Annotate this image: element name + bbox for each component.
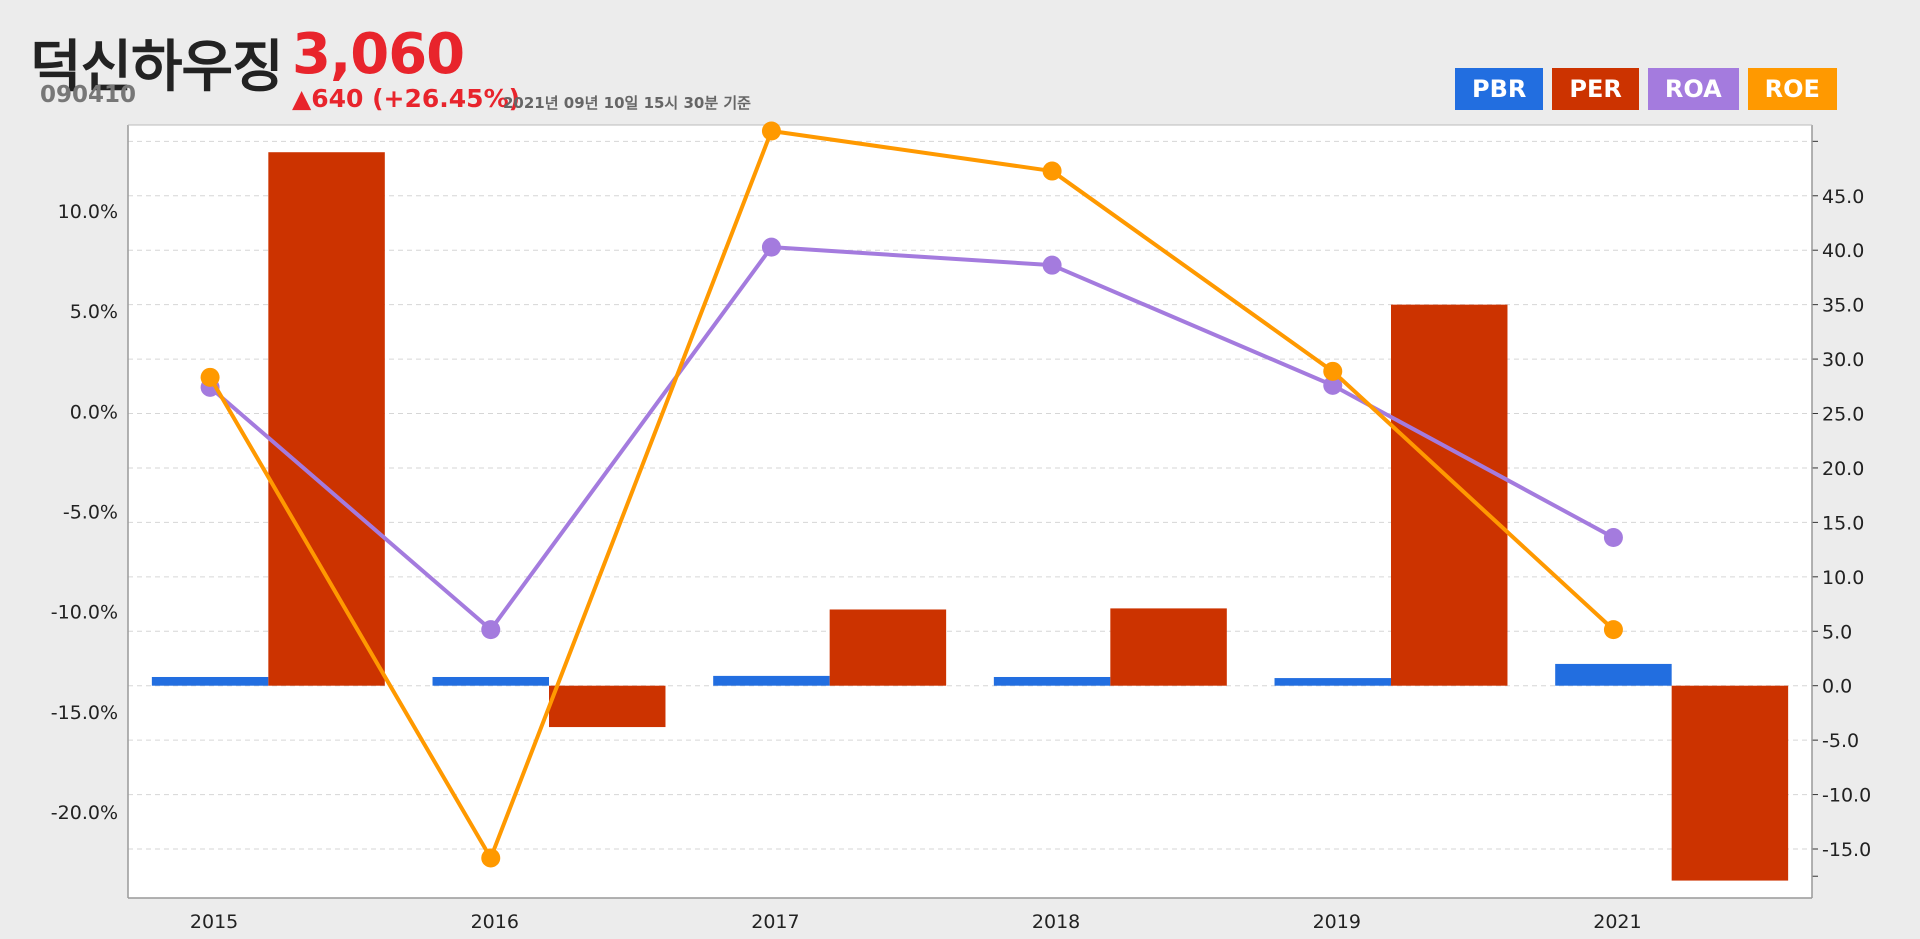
left-axis-tick-label: -15.0% xyxy=(51,702,118,724)
right-axis-tick-label: 15.0 xyxy=(1822,512,1864,534)
left-axis-tick-label: -10.0% xyxy=(51,602,118,624)
per-bar xyxy=(268,152,385,686)
right-axis-tick-label: 0.0 xyxy=(1822,676,1852,698)
right-axis-tick-label: 25.0 xyxy=(1822,404,1864,426)
right-axis-tick-label: 20.0 xyxy=(1822,458,1864,480)
right-axis-tick-label: -15.0 xyxy=(1822,839,1871,861)
roa-point xyxy=(1603,528,1623,548)
per-bar xyxy=(1391,304,1508,686)
pbr-bar xyxy=(1274,678,1391,686)
x-axis-tick-label: 2017 xyxy=(751,911,799,933)
x-axis-tick-label: 2016 xyxy=(471,911,519,933)
right-axis-tick-label: 45.0 xyxy=(1822,186,1864,208)
pbr-bar xyxy=(151,676,269,686)
right-axis-tick-label: -5.0 xyxy=(1822,730,1859,752)
right-axis-tick-label: 5.0 xyxy=(1822,621,1852,643)
per-bar xyxy=(829,609,947,686)
roe-point xyxy=(481,848,501,868)
pbr-bar xyxy=(1555,663,1672,686)
left-axis-tick-label: 10.0% xyxy=(58,201,118,223)
left-axis-tick-label: 0.0% xyxy=(70,401,118,423)
roe-point xyxy=(1042,161,1062,181)
roa-point xyxy=(761,237,781,257)
x-axis-tick-label: 2018 xyxy=(1032,911,1080,933)
pbr-bar xyxy=(713,675,830,686)
per-bar xyxy=(1671,685,1789,881)
roe-point xyxy=(200,367,220,387)
pbr-bar xyxy=(993,676,1111,686)
left-axis-tick-label: -20.0% xyxy=(51,802,118,824)
roe-point xyxy=(1323,361,1343,381)
roa-point xyxy=(1042,255,1062,275)
left-axis-tick-label: -5.0% xyxy=(63,502,118,524)
right-axis-tick-label: 10.0 xyxy=(1822,567,1864,589)
left-axis-tick-label: 5.0% xyxy=(70,301,118,323)
right-axis-tick-label: 40.0 xyxy=(1822,240,1864,262)
right-axis-tick-label: -10.0 xyxy=(1822,785,1871,807)
roe-point xyxy=(761,121,781,141)
right-axis-tick-label: 30.0 xyxy=(1822,349,1864,371)
pbr-bar xyxy=(432,676,549,686)
x-axis-tick-label: 2019 xyxy=(1313,911,1361,933)
per-bar xyxy=(1110,608,1227,686)
financial-ratio-chart: 10.0% 5.0% 0.0% -5.0% -10.0% -15.0% -20.0% 45.0… xyxy=(51,121,1871,933)
right-axis-tick-label: 35.0 xyxy=(1822,295,1864,317)
roa-point xyxy=(481,620,501,640)
roe-point xyxy=(1603,620,1623,640)
x-axis-tick-label: 2021 xyxy=(1593,911,1641,933)
per-bar xyxy=(549,685,666,728)
x-axis-tick-label: 2015 xyxy=(190,911,238,933)
